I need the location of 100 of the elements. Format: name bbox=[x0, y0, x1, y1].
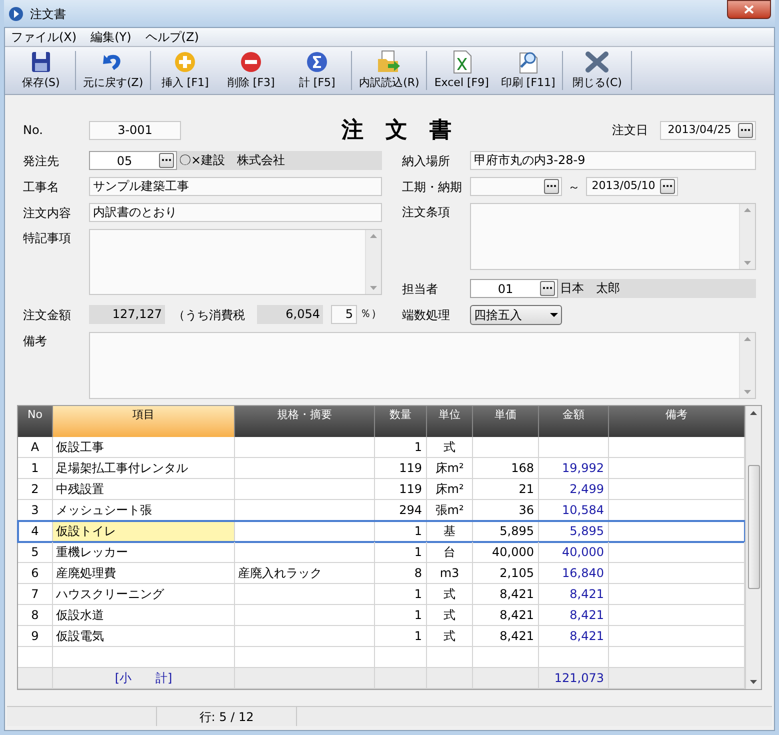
grid-scrollbar[interactable] bbox=[745, 406, 761, 689]
field-label: 備考 bbox=[23, 333, 48, 350]
table-cell: 168 bbox=[473, 458, 539, 479]
table-cell: 1 bbox=[375, 521, 427, 542]
toolbar-button[interactable]: 計 [F5] bbox=[284, 47, 350, 94]
table-cell: 式 bbox=[427, 626, 473, 647]
table-cell: 121,073 bbox=[539, 668, 609, 689]
table-cell: 7 bbox=[18, 584, 53, 605]
field-label: 注文内容 bbox=[23, 204, 72, 222]
menu-item[interactable]: ヘルプ(Z) bbox=[145, 28, 199, 46]
text-area[interactable] bbox=[89, 332, 756, 399]
field-label: 注文日 bbox=[612, 122, 649, 139]
scroll-thumb[interactable] bbox=[748, 465, 760, 589]
table-cell: 119 bbox=[375, 458, 427, 479]
browse-button[interactable] bbox=[544, 179, 559, 194]
text-field[interactable]: 甲府市丸の内3-28-9 bbox=[470, 151, 756, 170]
field-label: 注文金額 bbox=[23, 306, 72, 324]
table-cell: 1 bbox=[18, 458, 53, 479]
toolbar-button[interactable]: 削除 [F3] bbox=[218, 47, 284, 94]
table-cell: 台 bbox=[427, 542, 473, 563]
toolbar-button[interactable]: 保存(S) bbox=[8, 47, 74, 94]
table-cell: 式 bbox=[427, 437, 473, 458]
close-icon bbox=[744, 5, 754, 14]
table-row[interactable]: 1 足場架払工事付レンタル 119 床m² 168 19,992 bbox=[18, 458, 745, 479]
toolbar-button[interactable]: 元に戻す(Z) bbox=[77, 47, 150, 94]
table-row[interactable]: 9 仮設電気 1 式 8,421 8,421 bbox=[18, 626, 745, 647]
column-header[interactable]: 規格・摘要 bbox=[235, 406, 375, 437]
ellipsis-icon bbox=[547, 185, 556, 188]
table-cell: 10,584 bbox=[539, 500, 609, 521]
table-cell: 8,421 bbox=[473, 605, 539, 626]
column-header[interactable]: 備考 bbox=[609, 406, 745, 437]
table-cell: 床m² bbox=[427, 479, 473, 500]
text-field[interactable]: 内訳書のとおり bbox=[89, 203, 382, 222]
form-title: 注 文 書 bbox=[340, 116, 452, 144]
column-header[interactable]: No bbox=[18, 406, 53, 437]
toolbar-button[interactable]: 内訳読込(R) bbox=[353, 47, 426, 94]
table-cell: 1 bbox=[375, 584, 427, 605]
start-date-field[interactable] bbox=[470, 177, 562, 196]
name-display: 〇×建設 株式会社 bbox=[177, 151, 382, 170]
toolbar-button[interactable]: 閉じる(C) bbox=[564, 47, 630, 94]
table-cell: 16,840 bbox=[539, 563, 609, 584]
table-cell: 8,421 bbox=[539, 626, 609, 647]
table-row[interactable]: 8 仮設水道 1 式 8,421 8,421 bbox=[18, 605, 745, 626]
table-cell: 仮設水道 bbox=[53, 605, 235, 626]
table-cell: 19,992 bbox=[539, 458, 609, 479]
table-cell: 8,421 bbox=[473, 584, 539, 605]
table-row[interactable]: 6 産廃処理費 産廃入れラック 8 m3 2,105 16,840 bbox=[18, 563, 745, 584]
table-cell: 2,499 bbox=[539, 479, 609, 500]
text-field[interactable]: 3-001 bbox=[89, 120, 181, 140]
column-header[interactable]: 単位 bbox=[427, 406, 473, 437]
toolbar-button[interactable]: 挿入 [F1] bbox=[152, 47, 218, 94]
scroll-up-icon[interactable] bbox=[750, 411, 757, 415]
menu-item[interactable]: ファイル(X) bbox=[11, 28, 77, 46]
toolbar-button[interactable]: 印刷 [F11] bbox=[494, 47, 562, 94]
app-icon bbox=[8, 6, 24, 22]
table-cell: 仮設トイレ bbox=[53, 521, 235, 542]
table-row[interactable]: 2 中残設置 119 床m² 21 2,499 bbox=[18, 479, 745, 500]
scroll-down-icon[interactable] bbox=[750, 680, 757, 684]
table-cell: A bbox=[18, 437, 53, 458]
amount-display: 127,127 bbox=[89, 305, 165, 324]
column-header[interactable]: 単価 bbox=[473, 406, 539, 437]
field-label: 工期・納期 bbox=[402, 178, 463, 196]
table-row[interactable]: 5 重機レッカー 1 台 40,000 40,000 bbox=[18, 542, 745, 563]
table-cell: 8,421 bbox=[539, 584, 609, 605]
field-label: 担当者 bbox=[402, 280, 439, 298]
table-row[interactable]: [小 計] 121,073 bbox=[18, 668, 745, 689]
table-cell: 6 bbox=[18, 563, 53, 584]
table-cell: 294 bbox=[375, 500, 427, 521]
table-row[interactable]: 7 ハウスクリーニング 1 式 8,421 8,421 bbox=[18, 584, 745, 605]
field-label: No. bbox=[23, 122, 44, 139]
text-area[interactable] bbox=[470, 203, 756, 270]
table-cell: 1 bbox=[375, 626, 427, 647]
toolbar-button[interactable]: Excel [F9] bbox=[428, 47, 495, 94]
column-header[interactable]: 金額 bbox=[539, 406, 609, 437]
table-row[interactable]: 4 仮設トイレ 1 基 5,895 5,895 bbox=[18, 521, 745, 542]
table-cell: 119 bbox=[375, 479, 427, 500]
column-header[interactable]: 項目 bbox=[53, 406, 235, 437]
table-cell: 仮設電気 bbox=[53, 626, 235, 647]
table-cell: 中残設置 bbox=[53, 479, 235, 500]
table-cell: 1 bbox=[375, 437, 427, 458]
menu-item[interactable]: 編集(Y) bbox=[90, 28, 132, 46]
range-separator: ～ bbox=[568, 178, 580, 196]
table-cell: 8 bbox=[375, 563, 427, 584]
field-label: 端数処理 bbox=[402, 307, 451, 324]
table-cell: 40,000 bbox=[473, 542, 539, 563]
tax-rate-field[interactable]: 5 bbox=[331, 305, 357, 324]
caret-icon bbox=[550, 313, 558, 317]
close-button[interactable] bbox=[727, 0, 771, 19]
field-label: 発注先 bbox=[23, 152, 60, 170]
table-cell: 3 bbox=[18, 500, 53, 521]
text-field[interactable]: サンプル建築工事 bbox=[89, 177, 382, 196]
column-header[interactable]: 数量 bbox=[375, 406, 427, 437]
row-position: 行: 5 / 12 bbox=[157, 707, 297, 726]
rounding-dropdown[interactable]: 四捨五入 bbox=[470, 305, 562, 325]
table-cell: 5,895 bbox=[473, 521, 539, 542]
table-cell: 2 bbox=[18, 479, 53, 500]
table-cell: 5,895 bbox=[539, 521, 609, 542]
text-area[interactable] bbox=[89, 229, 382, 295]
table-row[interactable]: A 仮設工事 1 式 bbox=[18, 437, 745, 458]
field-label: 納入場所 bbox=[402, 152, 451, 170]
